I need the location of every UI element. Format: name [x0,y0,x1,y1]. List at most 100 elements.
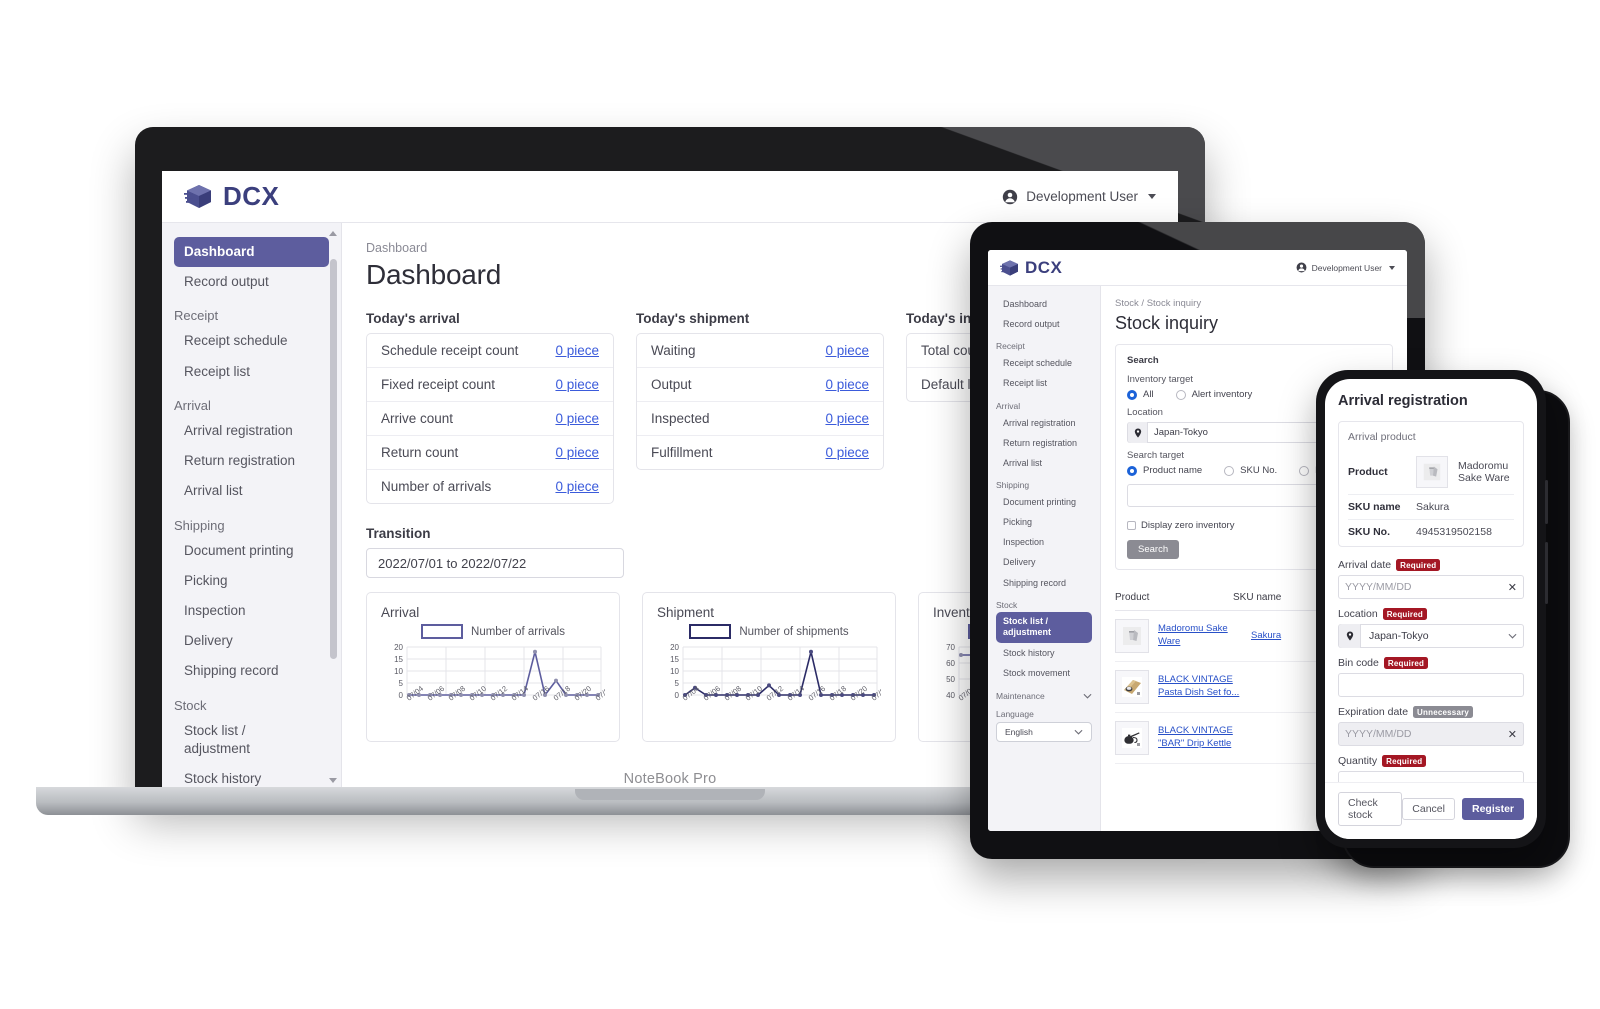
row-value[interactable]: 0 piece [825,377,869,392]
sidebar-item-receipt-list[interactable]: Receipt list [162,357,341,387]
close-icon[interactable]: ✕ [1508,581,1517,594]
sidebar-item-dashboard[interactable]: Dashboard [174,237,329,268]
sidebar-item-return-registration[interactable]: Return registration [162,446,341,476]
table-row: Inspected 0 piece [637,402,883,436]
legend-swatch [689,624,732,639]
arrival-date-placeholder: YYYY/MM/DD [1345,581,1412,593]
radio-all-icon[interactable] [1127,389,1137,400]
scrollbar-thumb[interactable] [330,259,337,659]
arrival-date-input[interactable]: YYYY/MM/DD ✕ [1338,575,1524,599]
date-range-input[interactable]: 2022/07/01 to 2022/07/22 [366,548,624,578]
scroll-up-arrow-icon[interactable] [329,231,337,236]
scrollbar-track[interactable] [330,245,337,769]
sidebar-item-return-registration[interactable]: Return registration [988,433,1100,453]
brand-logo[interactable]: DCX [184,181,279,212]
svg-text:15: 15 [394,655,403,664]
expiration-date-input[interactable]: YYYY/MM/DD ✕ [1338,722,1524,746]
sidebar-item-arrival-list[interactable]: Arrival list [988,453,1100,473]
sidebar-item-stock-list-adjustment[interactable]: Stock list / adjustment [996,611,1092,644]
sidebar-item-document-printing[interactable]: Document printing [162,536,341,566]
sidebar-item-receipt-schedule[interactable]: Receipt schedule [988,353,1100,373]
sidebar-item-stock-history[interactable]: Stock history [988,643,1100,663]
expiration-date-placeholder: YYYY/MM/DD [1345,728,1412,740]
drip-kettle-thumb-icon [1115,721,1149,755]
sidebar-group-receipt: Receipt [174,308,219,324]
table-row: Number of arrivals 0 piece [367,470,613,503]
breadcrumb-separator: / [1141,298,1145,309]
sidebar-item-document-printing[interactable]: Document printing [988,492,1100,512]
sidebar-item-shipping-record[interactable]: Shipping record [162,656,341,686]
radio-alert-inventory-icon[interactable] [1175,389,1186,400]
sidebar-item-receipt-list[interactable]: Receipt list [988,373,1100,393]
sidebar-item-shipping-record[interactable]: Shipping record [988,573,1100,593]
row-key: SKU No. [1348,526,1390,538]
phone-power-button[interactable] [1545,542,1548,604]
check-stock-button[interactable]: Check stock [1338,792,1403,826]
breadcrumb-parent[interactable]: Stock [1115,298,1139,309]
product-link[interactable]: BLACK VINTAGE "BAR" Drip Kettle [1158,725,1242,750]
sidebar-item-stock-list-adjustment[interactable]: Stock list / adjustment [162,716,282,764]
sidebar-item-record-output[interactable]: Record output [988,314,1100,334]
table-row: Product Madoromu Sake Ware [1348,450,1514,495]
svg-text:07/04: 07/04 [405,684,425,703]
sidebar-item-delivery[interactable]: Delivery [162,626,341,656]
sku-name-link[interactable]: Sakura [1251,630,1281,643]
row-value[interactable]: 0 piece [555,343,599,358]
table-row: Waiting 0 piece [637,334,883,368]
svg-text:50: 50 [946,675,955,684]
row-value[interactable]: 0 piece [555,377,599,392]
sidebar-item-dashboard[interactable]: Dashboard [988,294,1100,314]
required-badge: Required [1382,608,1427,620]
sidebar-item-record-output[interactable]: Record output [162,267,341,297]
product-link[interactable]: BLACK VINTAGE Pasta Dish Set fo... [1158,674,1242,699]
sidebar-item-stock-movement[interactable]: Stock movement [988,663,1100,683]
close-icon[interactable]: ✕ [1508,728,1517,741]
checkbox-icon[interactable] [1127,521,1136,530]
row-value[interactable]: 0 piece [825,343,869,358]
sidebar-item-picking[interactable]: Picking [162,566,341,596]
row-value[interactable]: 0 piece [825,411,869,426]
user-menu[interactable]: Development User [1296,262,1395,273]
brand-logo[interactable]: DCX [1000,258,1062,278]
sidebar-group-arrival: Arrival [174,397,211,413]
sidebar-item-inspection[interactable]: Inspection [162,596,341,626]
bin-code-input[interactable] [1338,673,1524,697]
language-select[interactable]: English [996,722,1092,743]
sidebar-scrollbar[interactable] [329,231,337,783]
location-select[interactable]: Japan-Tokyo [1338,624,1524,648]
radio-product-name-label: Product name [1143,465,1203,476]
radio-sku-no-icon[interactable] [1224,465,1235,476]
row-value[interactable]: 0 piece [555,479,599,494]
radio-product-name-icon[interactable] [1127,465,1137,476]
sidebar-item-arrival-list[interactable]: Arrival list [162,476,341,506]
row-value: Sakura [1416,501,1450,513]
cancel-button[interactable]: Cancel [1402,798,1455,820]
phone-volume-button[interactable] [1545,480,1548,524]
box-logo-icon [1000,259,1018,276]
sidebar-item-delivery[interactable]: Delivery [988,552,1100,572]
svg-text:5: 5 [399,679,404,688]
map-pin-icon [1128,422,1148,443]
row-value[interactable]: 0 piece [555,445,599,460]
sidebar-item-picking[interactable]: Picking [988,512,1100,532]
row-label: Number of arrivals [381,479,492,494]
sidebar-group-stock: Stock [174,697,207,713]
arrival-date-label: Arrival date [1338,559,1392,571]
row-value[interactable]: 0 piece [825,445,869,460]
arrival-registration-form: Arrival registration Arrival product Pro… [1325,379,1537,795]
breadcrumb[interactable]: Stock / Stock inquiry [1115,298,1393,309]
sidebar-item-arrival-registration[interactable]: Arrival registration [162,416,341,446]
register-button[interactable]: Register [1461,798,1524,820]
sidebar-group-maintenance[interactable]: Maintenance [988,683,1100,703]
sidebar-item-arrival-registration[interactable]: Arrival registration [988,413,1100,433]
search-button[interactable]: Search [1127,540,1180,559]
radio-bin-code-icon[interactable] [1299,465,1310,476]
sidebar-item-inspection[interactable]: Inspection [988,532,1100,552]
radio-alert-inventory-label: Alert inventory [1191,389,1253,400]
user-menu[interactable]: Development User [1002,189,1156,205]
bin-code-label: Bin code [1338,657,1379,669]
svg-text:07/06: 07/06 [702,684,722,703]
sidebar-item-receipt-schedule[interactable]: Receipt schedule [162,326,341,356]
product-link[interactable]: Madoromu Sake Ware [1158,623,1242,648]
row-value[interactable]: 0 piece [555,411,599,426]
